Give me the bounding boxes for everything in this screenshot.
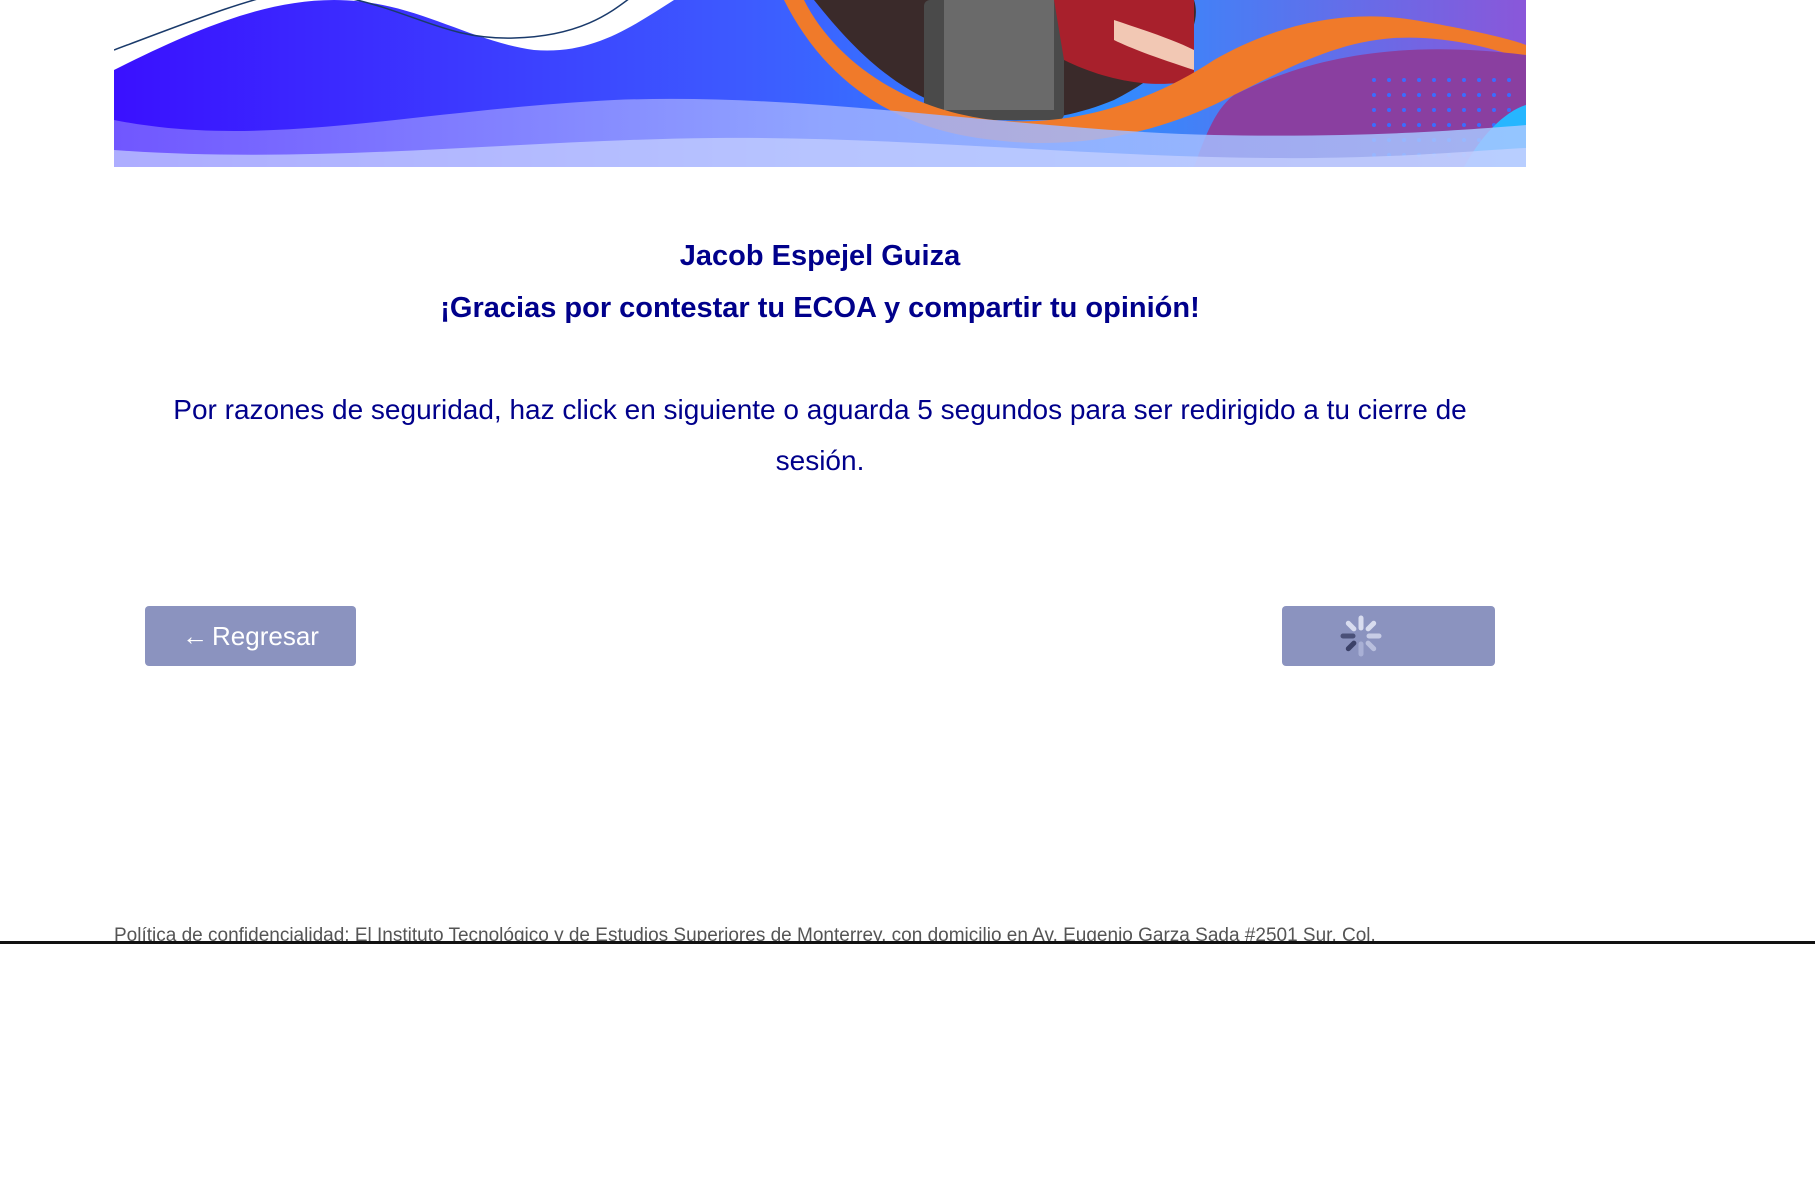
next-button[interactable] — [1282, 606, 1495, 666]
header-banner — [114, 0, 1526, 167]
student-name: Jacob Espejel Guiza — [679, 240, 961, 272]
thank-you-heading: ¡Gracias por contestar tu ECOA y compart… — [440, 292, 1200, 324]
back-button-label: Regresar — [212, 620, 319, 651]
footer-divider — [0, 941, 1815, 944]
loading-spinner-icon — [1340, 615, 1382, 657]
privacy-policy-text: Política de confidencialidad: El Institu… — [114, 925, 1376, 942]
banner-illustration — [114, 0, 1526, 167]
redirect-notice: Por razones de seguridad, haz click en s… — [173, 394, 1467, 476]
back-button[interactable]: ← Regresar — [145, 606, 356, 666]
left-arrow-icon: ← — [182, 620, 209, 651]
ecoa-thank-you-page: Jacob Espejel Guiza ¡Gracias por contest… — [0, 0, 1815, 1197]
